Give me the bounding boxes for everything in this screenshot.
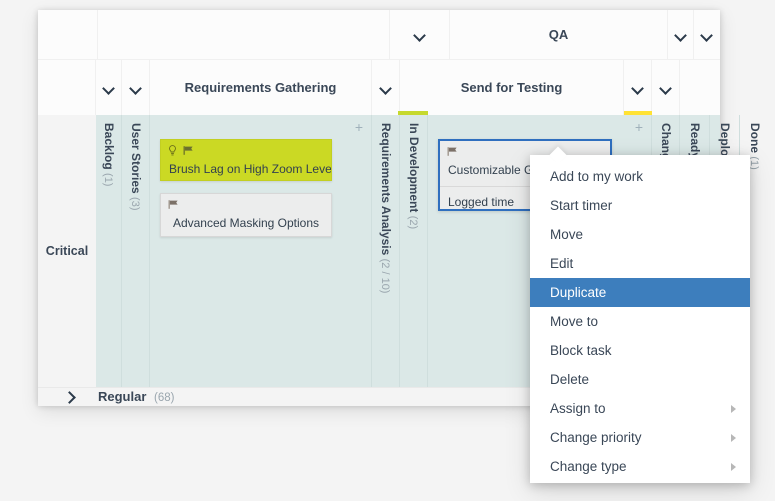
menu-item-label: Add to my work (550, 169, 644, 184)
menu-item-start-timer[interactable]: Start timer (530, 191, 750, 220)
header-group-collapse-3[interactable] (694, 10, 720, 60)
chevron-down-icon[interactable] (129, 81, 143, 95)
menu-item-label: Edit (550, 256, 574, 271)
column-backlog-title: Backlog (1) (102, 123, 116, 186)
column-requirements-analysis-count: (2 / 10) (378, 258, 391, 294)
column-in-development-label: In Development (406, 123, 421, 213)
header-group-empty-1 (98, 10, 390, 60)
header-group-collapse-1[interactable] (390, 10, 450, 60)
flag-icon (183, 143, 194, 161)
context-menu[interactable]: Add to my work Start timer Move Edit Dup… (530, 146, 750, 483)
menu-item-label: Move to (550, 314, 599, 329)
column-in-development-count: (2) (406, 215, 419, 230)
column-in-development: In Development (2) (400, 115, 428, 387)
column-done-label: Done (748, 123, 762, 153)
chevron-down-icon[interactable] (379, 81, 393, 95)
card-advanced-masking-title: Advanced Masking Options (172, 216, 320, 230)
flag-icon (168, 197, 179, 215)
menu-item-edit[interactable]: Edit (530, 249, 750, 278)
board-header: QA Requirements Gathering Send for Testi… (38, 10, 720, 115)
header-group-blank-left (38, 10, 98, 60)
menu-item-move[interactable]: Move (530, 220, 750, 249)
chevron-right-icon[interactable] (62, 388, 78, 406)
column-backlog-label: Backlog (101, 123, 116, 170)
column-user-stories-count: (3) (128, 197, 141, 211)
column-user-stories-label: User Stories (128, 123, 143, 194)
header-collapse-backlog[interactable] (96, 60, 122, 115)
menu-item-delete[interactable]: Delete (530, 365, 750, 394)
submenu-arrow-icon (731, 405, 736, 413)
card-advanced-masking[interactable]: Advanced Masking Options (160, 193, 332, 237)
swimlane-regular-count: (68) (154, 392, 175, 404)
menu-item-label: Move (550, 227, 584, 242)
column-requirements-analysis-label: Requirements Analysis (378, 123, 393, 256)
menu-item-assign-to[interactable]: Assign to (530, 394, 750, 423)
column-backlog: Backlog (1) (96, 115, 122, 387)
column-user-stories-title: User Stories (3) (129, 123, 143, 211)
chevron-down-icon[interactable] (700, 28, 714, 42)
menu-item-block-task[interactable]: Block task (530, 336, 750, 365)
header-collapse-userstories[interactable] (122, 60, 150, 115)
chevron-down-icon[interactable] (659, 81, 673, 95)
add-card-button-requirements[interactable]: + (353, 120, 365, 134)
header-group-testing-label: Send for Testing (460, 80, 563, 95)
menu-item-add-to-my-work[interactable]: Add to my work (530, 162, 750, 191)
header-group-qa[interactable]: QA (450, 10, 668, 60)
header-row2-blank (38, 60, 96, 115)
menu-item-label: Delete (550, 372, 590, 387)
header-group-requirements-gathering[interactable]: Requirements Gathering (150, 60, 372, 115)
column-user-stories: User Stories (3) (122, 115, 150, 387)
menu-item-change-priority[interactable]: Change priority (530, 423, 750, 452)
column-backlog-count: (1) (101, 173, 114, 187)
add-card-button-testing[interactable]: + (633, 120, 645, 134)
screen: QA Requirements Gathering Send for Testi… (0, 0, 775, 501)
menu-item-label: Change priority (550, 430, 642, 445)
column-in-development-title: In Development (2) (407, 123, 421, 229)
chevron-down-icon[interactable] (102, 81, 116, 95)
menu-item-label: Change type (550, 459, 627, 474)
menu-item-label: Assign to (550, 401, 606, 416)
header-group-send-for-testing[interactable]: Send for Testing (398, 60, 624, 115)
swimlane-regular-label: Regular (68) (98, 388, 174, 406)
header-group-qa-label: QA (548, 27, 569, 42)
menu-item-label: Block task (550, 343, 612, 358)
menu-item-change-type[interactable]: Change type (530, 452, 750, 481)
chevron-down-icon[interactable] (674, 28, 688, 42)
header-collapse-changes[interactable] (624, 60, 652, 115)
menu-item-duplicate[interactable]: Duplicate (530, 278, 750, 307)
menu-item-label: Start timer (550, 198, 613, 213)
card-brush-lag-title: Brush Lag on High Zoom Levels (169, 162, 331, 176)
header-group-requirements-label: Requirements Gathering (184, 80, 337, 95)
header-collapse-reqanalysis[interactable] (372, 60, 400, 115)
submenu-arrow-icon (731, 434, 736, 442)
header-group-collapse-2[interactable] (668, 10, 694, 60)
menu-item-label: Duplicate (550, 285, 607, 300)
flag-icon (447, 144, 458, 162)
header-collapse-ready[interactable] (652, 60, 680, 115)
swimlane-critical-text: Critical (45, 244, 89, 258)
column-requirements-gathering-cards: + Brush Lag on High Zoom Levels Advanced… (150, 115, 372, 387)
menu-item-move-to[interactable]: Move to (530, 307, 750, 336)
header-row2-blank-right (680, 60, 720, 115)
swimlane-label-critical[interactable]: Critical (38, 115, 97, 387)
chevron-down-icon[interactable] (631, 81, 645, 95)
submenu-arrow-icon (731, 463, 736, 471)
context-menu-list: Add to my work Start timer Move Edit Dup… (530, 162, 750, 481)
column-done-title: Done (1) (748, 123, 762, 170)
chevron-down-icon[interactable] (413, 28, 427, 42)
column-requirements-analysis-title: Requirements Analysis (2 / 10) (379, 123, 393, 293)
column-requirements-analysis: Requirements Analysis (2 / 10) (372, 115, 400, 387)
lightbulb-icon (168, 143, 177, 161)
card-icon-row (161, 140, 331, 159)
swimlane-regular-text: Regular (98, 389, 147, 404)
card-brush-lag[interactable]: Brush Lag on High Zoom Levels (160, 139, 332, 181)
card-icon-row (161, 194, 331, 213)
